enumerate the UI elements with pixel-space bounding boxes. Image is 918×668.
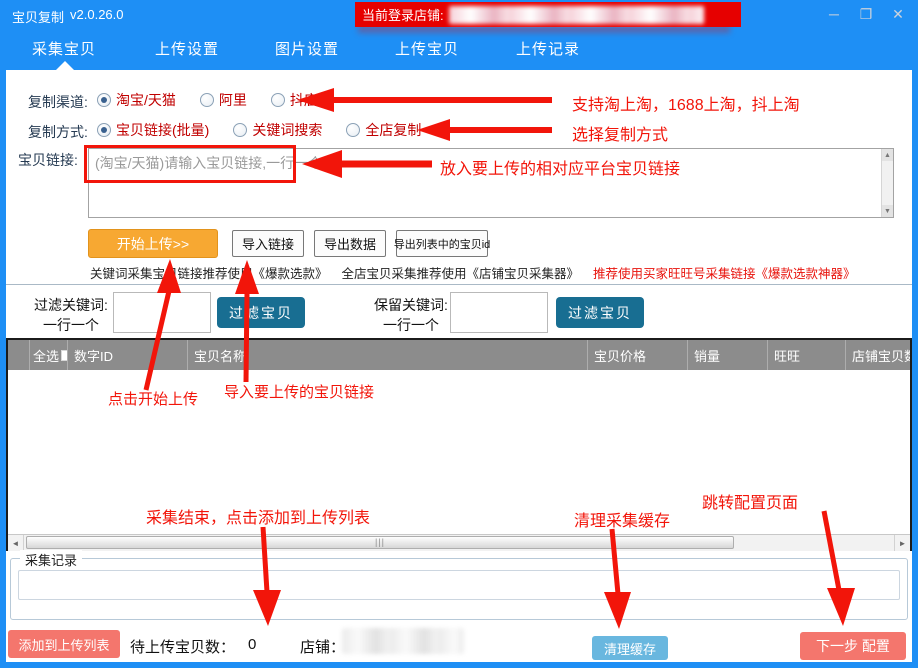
- import-links-button[interactable]: 导入链接: [232, 230, 304, 257]
- record-list: [18, 570, 900, 600]
- radio-icon: [233, 123, 247, 137]
- radio-taobao-tmall[interactable]: 淘宝/天猫: [97, 90, 176, 110]
- shop-label: 店铺：: [300, 636, 345, 657]
- tab-collect[interactable]: 采集宝贝: [32, 38, 96, 59]
- record-label: 采集记录: [20, 550, 82, 569]
- scroll-left-icon[interactable]: ◄: [8, 535, 24, 551]
- window-controls: ─ ❐ ✕: [824, 4, 908, 24]
- scroll-down-icon[interactable]: ▼: [882, 205, 893, 217]
- radio-keyword-search[interactable]: 关键词搜索: [233, 120, 322, 140]
- mode-label: 复制方式:: [28, 122, 88, 142]
- export-ids-button[interactable]: 导出列表中的宝贝id: [396, 230, 488, 257]
- section-divider: [6, 284, 912, 285]
- links-label: 宝贝链接:: [18, 150, 78, 170]
- next-step-button[interactable]: 下一步 配置: [800, 632, 906, 660]
- select-all-checkbox[interactable]: [61, 350, 68, 361]
- tab-upload-items[interactable]: 上传宝贝: [395, 38, 459, 59]
- col-wangwang: 旺旺: [768, 340, 846, 370]
- export-data-button[interactable]: 导出数据: [314, 230, 386, 257]
- start-upload-button[interactable]: 开始上传>>: [88, 229, 218, 258]
- tip-line: 关键词采集宝贝链接推荐使用《爆款选款》 全店宝贝采集推荐使用《店铺宝贝采集器》 …: [90, 263, 856, 282]
- scroll-thumb[interactable]: |||: [26, 536, 734, 549]
- scroll-up-icon[interactable]: ▲: [882, 149, 893, 161]
- h-scrollbar[interactable]: ◄ ||| ►: [8, 534, 910, 551]
- mode-radio-group: 宝贝链接(批量) 关键词搜索 全店复制: [97, 120, 421, 140]
- filter-keep-button[interactable]: 过滤宝贝: [556, 297, 644, 328]
- radio-link-batch[interactable]: 宝贝链接(批量): [97, 120, 209, 140]
- textarea-scrollbar[interactable]: ▲ ▼: [881, 149, 893, 217]
- shop-name-redacted: [342, 628, 464, 654]
- products-table: 全选 数字ID 宝贝名称 宝贝价格 销量 旺旺 店铺宝贝数 ◄ ||| ►: [6, 338, 912, 551]
- radio-icon: [346, 123, 360, 137]
- tab-upload-settings[interactable]: 上传设置: [155, 38, 219, 59]
- tab-upload-records[interactable]: 上传记录: [516, 38, 580, 59]
- tab-image-settings[interactable]: 图片设置: [275, 38, 339, 59]
- clear-cache-button[interactable]: 清理缓存: [592, 636, 668, 660]
- radio-doudian[interactable]: 抖店: [271, 90, 318, 110]
- table-header: 全选 数字ID 宝贝名称 宝贝价格 销量 旺旺 店铺宝贝数: [8, 340, 910, 370]
- radio-selected-icon: [97, 123, 111, 137]
- col-shop-count: 店铺宝贝数: [846, 340, 910, 370]
- col-name: 宝贝名称: [188, 340, 588, 370]
- store-name-redacted: [449, 6, 704, 24]
- keep-keywords-input[interactable]: [450, 292, 548, 333]
- login-banner: 当前登录店铺:: [355, 2, 741, 27]
- add-to-upload-button[interactable]: 添加到上传列表: [8, 630, 120, 658]
- keep-keywords-label: 保留关键词: 一行一个: [364, 295, 458, 336]
- radio-selected-icon: [97, 93, 111, 107]
- app-title: 宝贝复制: [12, 7, 64, 26]
- red-tip: 推荐使用买家旺旺号采集链接《爆款选款神器》: [593, 263, 856, 282]
- radio-ali[interactable]: 阿里: [200, 90, 247, 110]
- radio-whole-store[interactable]: 全店复制: [346, 120, 421, 140]
- active-tab-indicator: [56, 61, 74, 70]
- col-sales: 销量: [688, 340, 768, 370]
- scroll-right-icon[interactable]: ►: [894, 535, 910, 551]
- maximize-icon[interactable]: ❐: [856, 4, 876, 24]
- shop-tip: 全店宝贝采集推荐使用《店铺宝贝采集器》: [342, 263, 580, 282]
- channel-label: 复制渠道:: [28, 92, 88, 112]
- keyword-tip: 关键词采集宝贝链接推荐使用《爆款选款》: [90, 263, 328, 282]
- links-textarea[interactable]: [88, 148, 894, 218]
- radio-icon: [271, 93, 285, 107]
- version-label: v2.0.26.0: [70, 7, 124, 26]
- channel-radio-group: 淘宝/天猫 阿里 抖店: [97, 90, 318, 110]
- login-banner-label: 当前登录店铺:: [362, 5, 444, 24]
- exclude-keywords-label: 过滤关键词: 一行一个: [24, 295, 118, 336]
- scroll-grip-icon: |||: [375, 538, 385, 547]
- table-body: [8, 370, 910, 534]
- minimize-icon[interactable]: ─: [824, 4, 844, 24]
- col-id: 数字ID: [68, 340, 188, 370]
- pending-count-label: 待上传宝贝数：: [130, 636, 235, 657]
- col-spacer: [8, 340, 30, 370]
- radio-icon: [200, 93, 214, 107]
- close-icon[interactable]: ✕: [888, 4, 908, 24]
- col-price: 宝贝价格: [588, 340, 688, 370]
- col-select-all[interactable]: 全选: [30, 340, 68, 370]
- filter-exclude-button[interactable]: 过滤宝贝: [217, 297, 305, 328]
- window-titlebar: 宝贝复制 v2.0.26.0: [12, 7, 124, 26]
- exclude-keywords-input[interactable]: [113, 292, 211, 333]
- pending-count-value: 0: [248, 636, 256, 653]
